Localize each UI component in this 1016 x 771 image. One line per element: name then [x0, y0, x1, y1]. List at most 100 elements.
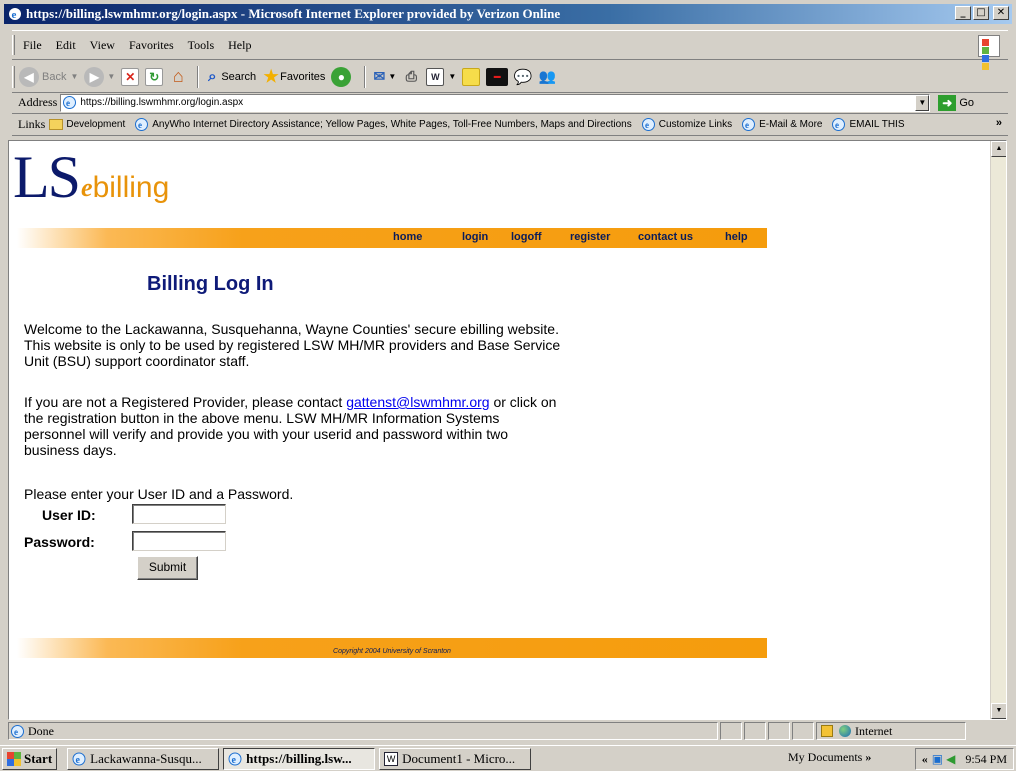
ie-icon: e [72, 752, 86, 766]
mail-dropdown-icon[interactable]: ▼ [388, 72, 396, 81]
nav-login[interactable]: login [462, 231, 488, 243]
globe-icon [839, 725, 851, 737]
link-label: Customize Links [658, 119, 733, 130]
sticky-note-icon [462, 67, 481, 86]
search-icon: ⌕ [208, 68, 217, 85]
favorites-button[interactable]: ★ Favorites [262, 67, 326, 86]
menu-file[interactable]: File [23, 38, 42, 53]
footer-bar: Copyright 2004 University of Scranton [17, 638, 767, 658]
status-empty-pane [744, 722, 766, 740]
note-button[interactable] [462, 67, 481, 86]
status-pane: e Done [8, 722, 718, 740]
link-email-more[interactable]: e E-Mail & More [742, 118, 822, 131]
my-documents-toolbar[interactable]: My Documents » [788, 750, 871, 765]
link-development[interactable]: Development [49, 119, 125, 130]
taskbar: Start e Lackawanna-Susqu... e https://bi… [0, 745, 1016, 771]
tray-expand-icon[interactable]: « [922, 752, 928, 767]
messenger-chat-button[interactable]: 💬 [514, 68, 533, 86]
home-button[interactable]: ⌂ [169, 66, 187, 86]
start-button[interactable]: Start [2, 747, 58, 770]
link-label: E-Mail & More [759, 119, 823, 130]
nav-logoff[interactable]: logoff [511, 231, 542, 243]
vertical-scrollbar[interactable]: ▲ ▼ [990, 141, 1006, 719]
search-button[interactable]: ⌕ Search [203, 68, 256, 86]
go-button[interactable]: ➜ Go [938, 94, 974, 111]
site-logo[interactable]: LS e billing [13, 143, 169, 207]
userid-input[interactable] [132, 504, 226, 524]
status-text: Done [28, 723, 54, 738]
minimize-button[interactable]: _ [955, 6, 971, 20]
taskbar-button-label: Document1 - Micro... [402, 750, 516, 766]
scroll-up-icon[interactable]: ▲ [991, 141, 1006, 157]
menu-edit[interactable]: Edit [56, 38, 76, 53]
link-customize[interactable]: e Customize Links [641, 118, 733, 131]
address-input[interactable]: e https://billing.lswmhmr.org/login.aspx… [60, 93, 931, 112]
overflow-chevron-icon[interactable]: » [865, 750, 871, 764]
title-bar[interactable]: e https://billing.lswmhmr.org/login.aspx… [4, 4, 1012, 24]
status-empty-pane [720, 722, 742, 740]
back-button[interactable]: ◀ Back ▼ [19, 66, 78, 87]
media-icon: ● [331, 66, 352, 87]
toolbar-grip[interactable] [12, 65, 15, 88]
nav-register[interactable]: register [570, 231, 610, 243]
security-zone[interactable]: Internet [816, 722, 966, 740]
scroll-down-icon[interactable]: ▼ [991, 703, 1006, 719]
print-button[interactable]: ⎙ [402, 68, 420, 86]
nav-contact-us[interactable]: contact us [638, 231, 693, 243]
address-dropdown-icon[interactable]: ▼ [915, 94, 930, 111]
volume-icon[interactable]: ◀ [946, 752, 955, 767]
menu-view[interactable]: View [90, 38, 115, 53]
windows-logo-icon [978, 35, 1000, 70]
address-bar: Address e https://billing.lswmhmr.org/lo… [12, 92, 1008, 114]
system-tray: « ▣ ◀ 9:54 PM [914, 748, 1014, 770]
edit-dropdown-icon[interactable]: ▼ [448, 72, 456, 81]
logo-billing: billing [92, 171, 170, 204]
link-label: Development [66, 119, 126, 130]
link-email-this[interactable]: e EMAIL THIS [832, 118, 904, 131]
back-arrow-icon: ◀ [19, 66, 39, 87]
refresh-button[interactable]: ↻ [145, 67, 164, 86]
back-dropdown-icon[interactable]: ▼ [70, 72, 78, 81]
taskbar-button-lackawanna[interactable]: e Lackawanna-Susqu... [67, 747, 220, 770]
forward-button[interactable]: ▶ ▼ [84, 66, 115, 87]
stop-icon: ✕ [121, 67, 140, 86]
close-button[interactable]: ✕ [993, 6, 1009, 20]
svg-text:e: e [76, 755, 81, 766]
submit-button[interactable]: Submit [137, 556, 198, 580]
stop-button[interactable]: ✕ [121, 67, 140, 86]
contact-pre: If you are not a Registered Provider, pl… [24, 394, 347, 410]
menu-favorites[interactable]: Favorites [129, 38, 174, 53]
taskbar-button-document1[interactable]: W Document1 - Micro... [379, 747, 532, 770]
ie-icon: e [9, 8, 21, 21]
edit-button[interactable]: W ▼ [426, 67, 456, 86]
verizon-button[interactable]: ▬ [486, 67, 509, 86]
password-input[interactable] [132, 531, 226, 551]
menu-help[interactable]: Help [228, 38, 251, 53]
printer-icon: ⎙ [405, 68, 417, 84]
lock-icon [821, 725, 833, 737]
password-label: Password: [24, 534, 95, 550]
contact-email-link[interactable]: gattenst@lswmhmr.org [346, 394, 489, 410]
word-icon: W [426, 67, 445, 86]
link-anywho[interactable]: e AnyWho Internet Directory Assistance; … [135, 118, 632, 131]
network-icon[interactable]: ▣ [932, 752, 943, 767]
taskbar-button-label: Lackawanna-Susqu... [90, 750, 202, 766]
forward-dropdown-icon[interactable]: ▼ [107, 72, 115, 81]
page-icon: e [63, 96, 77, 109]
media-button[interactable]: ● [331, 66, 354, 87]
nav-help[interactable]: help [725, 231, 748, 243]
toolbar-grip[interactable] [12, 35, 15, 55]
messenger-people-icon: 👥 [538, 68, 556, 84]
svg-text:e: e [66, 98, 70, 108]
svg-text:e: e [14, 727, 18, 737]
browser-window: e https://billing.lswmhmr.org/login.aspx… [0, 0, 1016, 771]
messenger-button[interactable]: 👥 [538, 68, 556, 86]
links-overflow-icon[interactable]: » [996, 117, 1002, 129]
favorites-label: Favorites [280, 70, 326, 83]
menu-tools[interactable]: Tools [188, 38, 215, 53]
taskbar-button-billing[interactable]: e https://billing.lsw... [223, 747, 376, 770]
maximize-button[interactable]: □ [973, 6, 989, 20]
mail-button[interactable]: ✉ ▼ [370, 68, 397, 86]
window-title: https://billing.lswmhmr.org/login.aspx -… [26, 6, 561, 21]
nav-home[interactable]: home [393, 231, 422, 243]
